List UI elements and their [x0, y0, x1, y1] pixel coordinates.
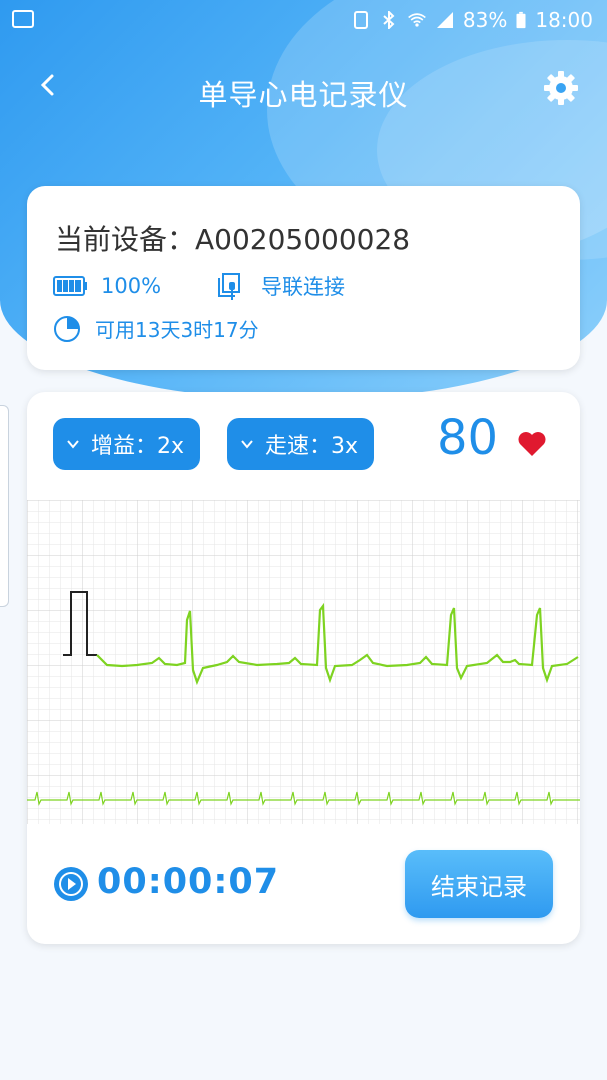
ecg-card: 增益：2x 走速：3x 80 00:00:07 结束记录: [27, 392, 580, 944]
remaining-time-row: 可用13天3时17分: [53, 314, 259, 343]
device-status-row: 100% 导联连接: [53, 270, 345, 302]
current-device-label: 当前设备：A00205000028: [55, 223, 411, 256]
device-info-card: 当前设备：A00205000028 100% 导联连接 可用13天3时17分: [27, 186, 580, 370]
play-icon[interactable]: [53, 866, 89, 902]
heart-icon: [518, 432, 546, 456]
activity-icon: [12, 10, 34, 28]
page-title: 单导心电记录仪: [198, 78, 409, 112]
gear-icon[interactable]: [541, 68, 581, 108]
sim-icon: [353, 11, 368, 29]
lead-icon: [218, 273, 241, 300]
bluetooth-icon: [383, 11, 395, 29]
remaining-time: 可用13天3时17分: [95, 318, 259, 342]
chevron-down-icon: [67, 440, 79, 449]
battery-level: 100%: [101, 274, 162, 298]
clock-icon: [54, 315, 80, 342]
gain-selector[interactable]: 增益：2x: [53, 418, 200, 470]
battery-percent: 83%: [462, 8, 508, 32]
clock-time: 18:00: [535, 8, 593, 32]
recording-timer: 00:00:07: [97, 862, 280, 902]
gain-label: 增益：2x: [91, 434, 185, 459]
status-bar: 83% 18:00: [0, 0, 607, 44]
status-icons: 83% 18:00: [351, 8, 593, 32]
signal-icon: [436, 12, 453, 28]
end-recording-button[interactable]: 结束记录: [405, 850, 553, 918]
top-app-bar: 单导心电记录仪: [0, 60, 607, 120]
lead-status: 导联连接: [261, 275, 346, 299]
speed-selector[interactable]: 走速：3x: [227, 418, 374, 470]
heart-rate-value: 80: [437, 410, 499, 466]
ecg-waveform-grid: [27, 500, 580, 824]
chevron-down-icon: [241, 440, 253, 449]
battery-icon: [53, 276, 87, 296]
side-drawer-handle[interactable]: [0, 405, 9, 607]
battery-icon: [516, 11, 526, 29]
wifi-icon: [408, 13, 426, 27]
speed-label: 走速：3x: [265, 434, 359, 459]
